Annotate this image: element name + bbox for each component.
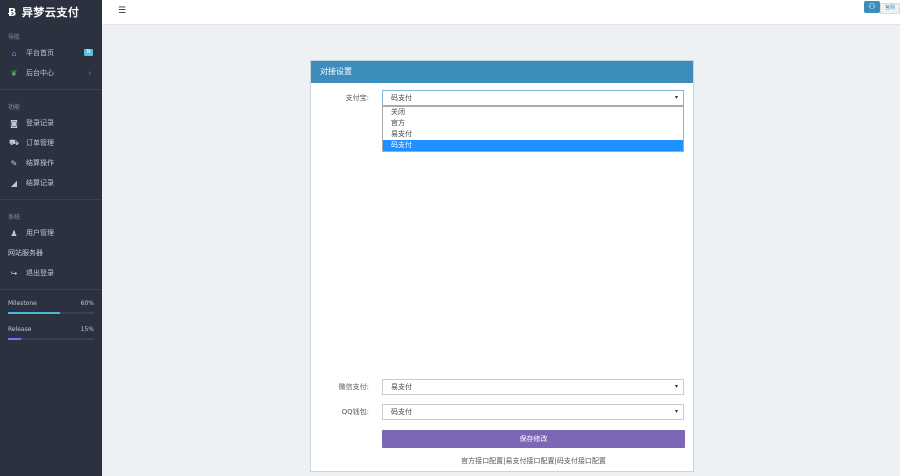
cart-icon: ⛟ — [9, 138, 20, 147]
wechat-select[interactable]: 易支付 ▾ — [382, 379, 684, 395]
qq-label: QQ钱包: — [341, 408, 369, 416]
brand-name: 异梦云支付 — [21, 6, 80, 19]
sidebar-section-functions: 功能 — [8, 104, 21, 111]
home-icon: ⌂ — [11, 48, 17, 58]
edit-icon: ✎ — [10, 158, 18, 168]
sidebar-item-login-records[interactable]: ◙ 登录记录 — [0, 113, 102, 133]
user-icon: ♟ — [10, 228, 18, 238]
new-badge: N — [84, 49, 93, 56]
sidebar-item-server[interactable]: 网站服务器 — [0, 243, 102, 263]
qq-select-value: 码支付 — [391, 408, 412, 416]
progress-fill — [8, 312, 60, 314]
sidebar-item-orders[interactable]: ⛟ 订单管理 — [0, 133, 102, 153]
sidebar-item-label: 后台中心 — [26, 69, 54, 77]
list-icon[interactable]: ☰ — [118, 6, 126, 16]
sidebar-item-users[interactable]: ♟ 用户管理 — [0, 223, 102, 243]
sidebar-item-home[interactable]: ⌂ 平台首页 N — [0, 43, 102, 63]
alipay-dropdown: 关闭 官方 易支付 码支付 — [382, 106, 684, 152]
progress-fill — [8, 338, 21, 340]
sidebar-item-label: 平台首页 — [26, 49, 54, 57]
sidebar-item-label: 登录记录 — [26, 119, 54, 127]
progress-track — [8, 338, 94, 340]
camera-icon: ◙ — [10, 118, 18, 128]
sidebar: Ƀ 异梦云支付 导航 ⌂ 平台首页 N ❦ 后台中心 › 功能 ◙ 登录记录 ⛟… — [0, 0, 102, 476]
caret-down-icon: ▾ — [674, 408, 678, 415]
dropdown-option[interactable]: 关闭 — [383, 107, 683, 118]
qq-row: QQ钱包: 码支付 ▾ — [311, 404, 693, 420]
integration-settings-panel: 对接设置 支付宝: 码支付 ▾ 关闭 官方 易支付 码支付 微信支付: 易支付 … — [310, 60, 694, 472]
brand[interactable]: Ƀ 异梦云支付 — [0, 0, 102, 24]
dropdown-option[interactable]: 官方 — [383, 118, 683, 129]
wechat-label: 微信支付: — [338, 383, 369, 391]
sidebar-item-label: 退出登录 — [26, 269, 54, 277]
progress-percent: 60% — [80, 300, 94, 307]
sidebar-item-label: 结算记录 — [26, 179, 54, 187]
sidebar-divider — [0, 89, 102, 90]
logout-icon: ↪ — [10, 268, 18, 278]
sidebar-item-label: 订单管理 — [26, 139, 54, 147]
sidebar-section-system: 系统 — [8, 214, 21, 221]
top-bar: ☰ ⚇ 官网 — [102, 0, 900, 25]
wechat-select-value: 易支付 — [391, 383, 412, 391]
leaf-icon: ❦ — [10, 68, 18, 78]
caret-down-icon: ▾ — [674, 94, 678, 101]
dropdown-option[interactable]: 易支付 — [383, 129, 683, 140]
sidebar-item-logout[interactable]: ↪ 退出登录 — [0, 263, 102, 283]
progress-name: Release — [8, 326, 32, 333]
progress-track — [8, 312, 94, 314]
sidebar-divider — [0, 199, 102, 200]
sidebar-item-settlement-records[interactable]: ◢ 结算记录 — [0, 173, 102, 193]
alipay-select-value: 码支付 — [391, 94, 412, 102]
alipay-select[interactable]: 码支付 ▾ — [382, 90, 684, 106]
sidebar-item-label: 结算操作 — [26, 159, 54, 167]
brand-b-icon: Ƀ — [8, 5, 17, 19]
wechat-row: 微信支付: 易支付 ▾ — [311, 379, 693, 395]
caret-down-icon: ▾ — [674, 383, 678, 390]
dropdown-option-selected[interactable]: 码支付 — [383, 140, 683, 151]
chart-icon: ◢ — [10, 178, 18, 188]
sidebar-item-label: 用户管理 — [26, 229, 54, 237]
official-site-link[interactable]: 官网 — [880, 3, 900, 14]
sidebar-item-settlement[interactable]: ✎ 结算操作 — [0, 153, 102, 173]
footnote-links[interactable]: 官方接口配置|易支付接口配置|码支付接口配置 — [382, 456, 685, 466]
panel-title: 对接设置 — [311, 61, 693, 83]
users-icon[interactable]: ⚇ — [864, 1, 880, 13]
sidebar-item-admin-center[interactable]: ❦ 后台中心 › — [0, 63, 102, 83]
alipay-row: 支付宝: 码支付 ▾ — [311, 90, 693, 106]
sidebar-section-navigation: 导航 — [8, 34, 21, 41]
qq-select[interactable]: 码支付 ▾ — [382, 404, 684, 420]
chevron-right-icon: › — [88, 69, 91, 77]
progress-name: Milestone — [8, 300, 37, 307]
progress-milestone: Milestone 60% — [0, 294, 102, 314]
sidebar-divider — [0, 289, 102, 290]
progress-percent: 15% — [80, 326, 94, 333]
save-button[interactable]: 保存修改 — [382, 430, 685, 448]
alipay-label: 支付宝: — [345, 94, 369, 102]
progress-release: Release 15% — [0, 314, 102, 340]
